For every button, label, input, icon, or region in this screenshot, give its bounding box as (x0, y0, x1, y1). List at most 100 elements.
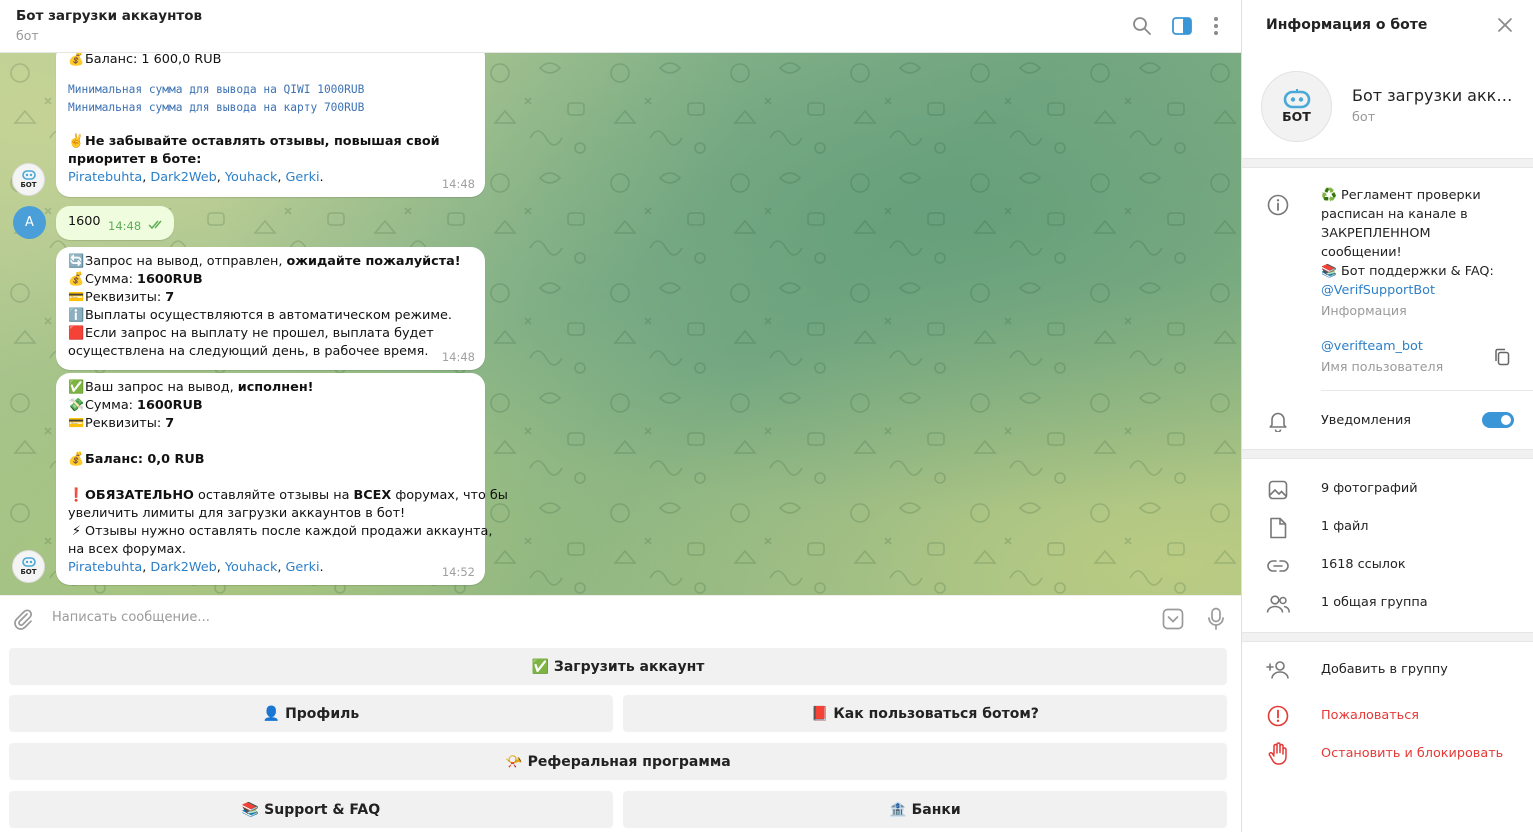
min-card-text: Минимальная сумма для вывода на карту 70… (68, 101, 365, 114)
bot-message-withdraw-done[interactable]: ✅Ваш запрос на вывод, исполнен! 💸Сумма: … (56, 373, 508, 585)
bot-message-withdraw-request[interactable]: 🔄Запрос на вывод, отправлен, ожидайте по… (56, 247, 485, 370)
media-common-groups[interactable]: 1 общая группа (1321, 593, 1428, 612)
requisites-value: 7 (165, 290, 175, 305)
how-to-use-button[interactable]: 📕 Как пользоваться ботом? (623, 695, 1227, 732)
stop-hand-icon (1266, 742, 1290, 766)
link-dark2web[interactable]: Dark2Web (150, 170, 216, 185)
read-ticks-icon (148, 220, 162, 230)
bot-info-panel: Информация о боте БОТ Бот загрузки аккау… (1241, 0, 1533, 832)
requisites-value: 7 (165, 416, 175, 431)
message-composer (0, 595, 1241, 642)
more-menu-icon[interactable] (1204, 14, 1228, 38)
link-youhack[interactable]: Youhack (225, 560, 277, 575)
must-text-4: форумах, что бы (391, 488, 508, 503)
must-text-3: ВСЕХ (353, 488, 392, 503)
report-button[interactable]: Пожаловаться (1321, 706, 1419, 725)
bot-avatar[interactable]: БОТ (12, 550, 45, 583)
media-links[interactable]: 1618 ссылок (1321, 555, 1406, 574)
robot-icon (21, 170, 36, 180)
profile-subtitle: бот (1352, 110, 1376, 125)
message-time: 14:48 (108, 219, 142, 233)
chat-header: Бот загрузки аккаунтов бот (0, 0, 1241, 53)
copy-icon[interactable] (1494, 348, 1510, 370)
link-youhack[interactable]: Youhack (225, 170, 277, 185)
min-qiwi-text: Минимальная сумма для вывода на QIWI 100… (68, 83, 365, 96)
forum-links: Piratebuhta, Dark2Web, Youhack, Gerki. (68, 170, 324, 185)
card-icon: 💳 (68, 416, 85, 431)
referral-program-button[interactable]: 📯 Реферальная программа (9, 743, 1227, 780)
section-divider (1242, 158, 1533, 168)
link-icon (1266, 554, 1290, 578)
requisites-label: Реквизиты: (85, 416, 166, 431)
message-time: 14:48 (441, 177, 475, 191)
attach-icon[interactable] (12, 608, 34, 634)
message-area[interactable]: 💰Баланс: 1 600,0 RUB Минимальная сумма д… (0, 53, 1241, 595)
link-piratebuhta[interactable]: Piratebuhta (68, 170, 142, 185)
block-button[interactable]: Остановить и блокировать (1321, 744, 1503, 763)
card-icon: 💳 (68, 290, 85, 305)
chat-column: Бот загрузки аккаунтов бот 💰Баланс: 1 60… (0, 0, 1241, 832)
media-photos[interactable]: 9 фотографий (1321, 479, 1418, 498)
done-text: Ваш запрос на вывод, (85, 380, 238, 395)
file-icon (1266, 516, 1290, 540)
link-dark2web[interactable]: Dark2Web (150, 560, 216, 575)
username-row: @verifteam_bot (1321, 337, 1423, 356)
money-bag-icon: 💰 (68, 53, 85, 67)
username-link[interactable]: @verifteam_bot (1321, 339, 1423, 354)
banks-button[interactable]: 🏦 Банки (623, 791, 1227, 828)
info-panel-title: Информация о боте (1266, 17, 1428, 33)
link-gerki[interactable]: Gerki (286, 560, 320, 575)
money-bag-icon: 💰 (68, 272, 85, 287)
chat-subtitle: бот (16, 28, 39, 43)
user-message[interactable]: 1600 14:48 (56, 206, 174, 240)
profile-avatar[interactable]: БОТ (1261, 71, 1332, 142)
row-separator (1321, 390, 1533, 391)
message-time: 14:48 (441, 350, 475, 364)
info-circle-icon (1266, 193, 1290, 217)
upload-account-button[interactable]: ✅ Загрузить аккаунт (9, 648, 1227, 685)
user-avatar[interactable]: A (13, 206, 46, 239)
must-text-2: оставляйте отзывы на (193, 488, 354, 503)
link-piratebuhta[interactable]: Piratebuhta (68, 560, 142, 575)
money-wings-icon: 💸 (68, 398, 85, 413)
sum-label: Сумма: (85, 272, 138, 287)
notifications-label: Уведомления (1321, 413, 1411, 428)
link-gerki[interactable]: Gerki (286, 170, 320, 185)
profile-button[interactable]: 👤 Профиль (9, 695, 613, 732)
close-icon[interactable] (1496, 16, 1514, 38)
media-files[interactable]: 1 файл (1321, 517, 1369, 536)
microphone-icon[interactable] (1207, 607, 1225, 635)
request-wait-text: ожидайте пожалуйста! (286, 254, 461, 269)
message-input[interactable] (52, 610, 1132, 625)
refresh-icon: 🔄 (68, 254, 85, 269)
profile-name: Бот загрузки аккаунтов (1352, 86, 1522, 105)
balance-text: Баланс: 0,0 RUB (85, 452, 205, 467)
section-divider (1242, 632, 1533, 642)
bot-reply-keyboard: ✅ Загрузить аккаунт 👤 Профиль 📕 Как поль… (0, 642, 1241, 832)
bot-message-balance[interactable]: 💰Баланс: 1 600,0 RUB Минимальная сумма д… (56, 53, 485, 197)
message-time: 14:52 (441, 565, 475, 579)
support-faq-button[interactable]: 📚 Support & FAQ (9, 791, 613, 828)
robot-icon (21, 557, 36, 567)
add-user-icon (1266, 658, 1290, 682)
notifications-toggle[interactable] (1482, 412, 1514, 428)
profile-avatar-label: БОТ (1282, 109, 1311, 124)
about-line: расписан на канале в (1321, 207, 1468, 222)
user-message-text: 1600 (68, 214, 101, 229)
about-line: ЗАКРЕПЛЕННОМ (1321, 226, 1431, 241)
support-bot-link[interactable]: @VerifSupportBot (1321, 283, 1435, 298)
review-reminder-text-2: приоритет в боте: (68, 152, 202, 167)
sum-value: 1600RUB (137, 272, 203, 287)
fail-text-2: осуществлена на следующий день, в рабоче… (68, 344, 429, 359)
sidebar-toggle-icon[interactable] (1170, 14, 1194, 38)
add-to-group-button[interactable]: Добавить в группу (1321, 660, 1448, 679)
auto-payout-text: Выплаты осуществляются в автоматическом … (85, 308, 452, 323)
search-icon[interactable] (1130, 14, 1154, 38)
sum-label: Сумма: (85, 398, 138, 413)
bot-keyboard-icon[interactable] (1162, 608, 1184, 634)
after-sale-text-2: на всех форумах. (68, 542, 186, 557)
chat-title[interactable]: Бот загрузки аккаунтов (16, 8, 202, 24)
victory-hand-icon: ✌️ (68, 134, 85, 149)
must-text: ОБЯЗАТЕЛЬНО (85, 488, 194, 503)
bot-avatar[interactable]: БОТ (12, 163, 45, 196)
